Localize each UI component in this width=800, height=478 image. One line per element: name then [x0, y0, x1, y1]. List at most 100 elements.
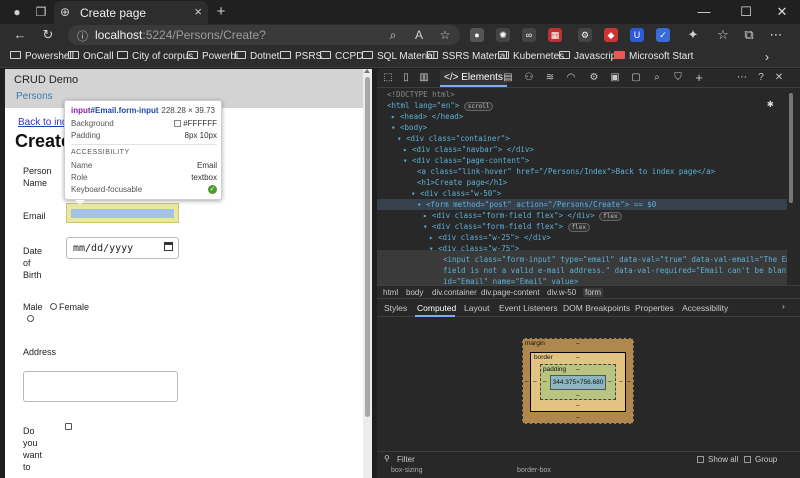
question-checkbox[interactable] — [65, 423, 72, 430]
dom-line[interactable]: <html lang="en"> scroll — [387, 100, 494, 111]
email-input[interactable] — [66, 203, 179, 223]
settings-gear-icon[interactable]: ⚙ — [587, 71, 601, 85]
address-textarea[interactable] — [23, 371, 178, 402]
accessibility-person-icon[interactable]: ✱ — [767, 98, 774, 109]
bookmark-powerbi[interactable]: Powerbi — [187, 50, 238, 64]
extension-icon-8[interactable]: ✓ — [656, 28, 670, 42]
read-aloud-icon[interactable]: A — [411, 27, 427, 43]
bookmark-ssrs-material[interactable]: SSRS Material — [427, 50, 508, 64]
tab-create-page[interactable]: ⊕ Create page × — [54, 1, 208, 24]
bookmark-javascript[interactable]: Javascript — [559, 50, 619, 64]
dom-line[interactable]: ▾ <div class="page-content"> — [403, 155, 529, 166]
bookmark-psrs[interactable]: PSRS — [280, 50, 322, 64]
more-tools-icon[interactable]: + — [692, 71, 706, 85]
console-icon[interactable]: ▤ — [501, 71, 515, 85]
dock-side-icon[interactable]: ▥ — [417, 71, 431, 85]
performance-icon[interactable]: ◠ — [564, 71, 578, 85]
dom-scroll-thumb[interactable] — [789, 93, 793, 203]
dom-line[interactable]: ▸ <div class="form-field flex"> </div> f… — [423, 210, 622, 221]
dom-line[interactable]: id="Email" name="Email" value> — [443, 276, 578, 285]
security-icon[interactable]: ⛉ — [671, 71, 685, 85]
tab-dom-breakpoints[interactable]: DOM Breakpoints — [563, 303, 630, 313]
new-tab-icon[interactable]: + — [213, 4, 229, 20]
dom-line-selected[interactable]: ▾ <form method="post" action="/Persons/C… — [417, 199, 656, 210]
tab-accessibility[interactable]: Accessibility — [682, 303, 728, 313]
chevron-right-icon[interactable]: › — [765, 50, 769, 64]
extensions-puzzle-icon[interactable]: ✦ — [685, 27, 701, 43]
close-devtools-icon[interactable]: ✕ — [772, 71, 786, 85]
back-arrow-icon[interactable]: ← — [12, 27, 28, 43]
dom-line[interactable]: <h1>Create page</h1> — [417, 177, 507, 188]
breadcrumb-item[interactable]: html — [383, 288, 398, 297]
box-model-content[interactable]: 344.375×756.680 — [550, 375, 606, 390]
tab-elements[interactable]: </> Elements — [440, 70, 507, 87]
tab-computed[interactable]: Computed — [417, 303, 456, 313]
breadcrumb-item[interactable]: body — [406, 288, 423, 297]
tab-event-listeners[interactable]: Event Listeners — [499, 303, 558, 313]
breadcrumb-item[interactable]: div.container — [432, 288, 477, 297]
tab-styles[interactable]: Styles — [384, 303, 407, 313]
extension-icon-1[interactable]: ● — [470, 28, 484, 42]
dom-line[interactable]: ▸ <head> </head> — [391, 111, 463, 122]
tab-properties[interactable]: Properties — [635, 303, 674, 313]
bookmark-kubernetes[interactable]: Kubernetes — [498, 50, 564, 64]
extension-icon-4[interactable]: ▦ — [548, 28, 562, 42]
sources-icon[interactable]: ⚇ — [522, 71, 536, 85]
bookmark-ccpd[interactable]: CCPD — [320, 50, 363, 64]
dom-line[interactable]: <a class="link-hover" href="/Persons/Ind… — [417, 166, 715, 177]
calendar-icon[interactable] — [164, 242, 173, 251]
maximize-button[interactable]: ☐ — [732, 2, 760, 22]
dom-line[interactable]: ▾ <div class="w-50"> — [411, 188, 501, 199]
extension-icon-5[interactable]: ⚙ — [578, 28, 592, 42]
close-tab-icon[interactable]: × — [194, 4, 202, 19]
bookmark-microsoft-start[interactable]: Microsoft Start — [614, 50, 693, 64]
workspaces-icon[interactable]: ❐ — [33, 4, 49, 20]
bookmark-powershell[interactable]: Powershell — [10, 50, 74, 64]
bookmark-sql-material[interactable]: SQL Material — [362, 50, 435, 64]
network-icon[interactable]: ≋ — [543, 71, 557, 85]
filter-input[interactable]: Filter — [397, 455, 415, 464]
more-subtabs-icon[interactable]: › — [782, 301, 785, 311]
profile-avatar-icon[interactable]: ● — [9, 4, 25, 20]
refresh-icon[interactable]: ↻ — [40, 27, 56, 43]
more-menu-icon[interactable]: ⋯ — [768, 27, 784, 43]
dom-line[interactable]: ▸ <div class="navbar"> </div> — [403, 144, 534, 155]
extension-icon-7[interactable]: U — [630, 28, 644, 42]
breadcrumb-item-active[interactable]: form — [583, 288, 603, 297]
dom-scrollbar[interactable] — [787, 89, 796, 285]
memory-icon[interactable]: ▣ — [608, 71, 622, 85]
search-icon[interactable]: ⌕ — [650, 71, 664, 85]
device-toolbar-icon[interactable]: ▯ — [399, 71, 413, 85]
search-icon[interactable]: ⌕ — [385, 27, 401, 43]
persons-nav-link[interactable]: Persons — [16, 91, 53, 102]
favorite-star-icon[interactable]: ☆ — [437, 27, 453, 43]
property-name[interactable]: box-sizing — [391, 467, 423, 474]
dom-line[interactable]: field is not a valid e-mail address." da… — [443, 265, 787, 276]
tab-layout[interactable]: Layout — [464, 303, 490, 313]
inspect-element-icon[interactable]: ⬚ — [381, 71, 395, 85]
application-icon[interactable]: ▢ — [629, 71, 643, 85]
bookmark-city-of-corpus[interactable]: City of corpus — [117, 50, 193, 64]
collections-icon[interactable]: ⧉ — [741, 27, 757, 43]
minimize-button[interactable]: — — [690, 2, 718, 22]
group-checkbox[interactable] — [744, 456, 751, 463]
favorites-icon[interactable]: ☆ — [715, 27, 731, 43]
help-icon[interactable]: ? — [754, 71, 768, 85]
close-window-button[interactable]: ✕ — [768, 2, 796, 22]
dom-line[interactable]: ▸ <div class="w-25"> </div> — [429, 232, 551, 243]
bookmark-oncall[interactable]: OnCall — [68, 50, 114, 64]
page-scroll-thumb[interactable] — [365, 77, 370, 417]
devtools-more-icon[interactable]: ⋯ — [735, 71, 749, 85]
extension-icon-2[interactable]: ✺ — [496, 28, 510, 42]
dom-line[interactable]: <input class="form-input" type="email" d… — [443, 254, 787, 265]
male-radio[interactable] — [27, 315, 34, 322]
date-of-birth-input[interactable]: mm/dd/yyyy — [66, 237, 179, 259]
dom-line[interactable]: ▾ <div class="container"> — [397, 133, 510, 144]
address-bar[interactable]: ⓘ localhost:5224/Persons/Create? ⌕ A ☆ — [68, 25, 460, 45]
breadcrumb-item[interactable]: div.page-content — [481, 288, 540, 297]
dom-line[interactable]: ▾ <body> — [391, 122, 427, 133]
extension-icon-3[interactable]: ∞ — [522, 28, 536, 42]
dom-line[interactable]: ▾ <div class="form-field flex"> flex — [423, 221, 590, 232]
info-icon[interactable]: ⓘ — [77, 28, 88, 44]
dom-line[interactable]: <!DOCTYPE html> — [387, 89, 455, 100]
